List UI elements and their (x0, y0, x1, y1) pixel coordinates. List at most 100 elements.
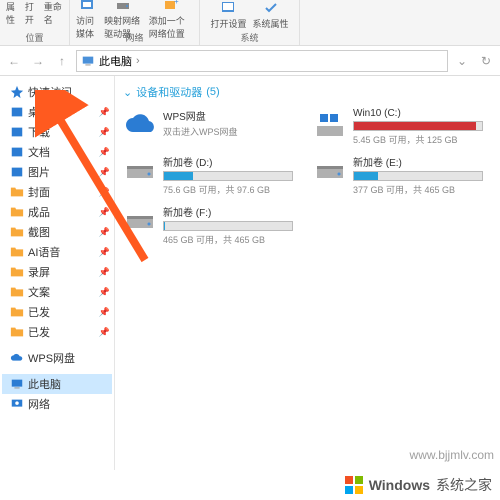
sidebar-item-label: 文案 (28, 284, 50, 300)
drive-usage-bar (163, 171, 293, 181)
ribbon-btn-properties[interactable]: 属性 (4, 0, 21, 26)
sidebar-item-0[interactable]: 快速访问 (2, 82, 112, 102)
pin-icon: 📌 (99, 267, 110, 278)
media-icon (79, 0, 95, 13)
ribbon-group-system: 打开设置 系统属性 系统 (200, 0, 300, 45)
pin-icon: 📌 (99, 207, 110, 218)
ribbon-btn-add-location[interactable]: + 添加一个网络位置 (147, 0, 195, 40)
checkmark-icon (263, 0, 279, 16)
sidebar-item-14[interactable]: WPS网盘 (2, 348, 112, 368)
ribbon-btn-media[interactable]: 访问媒体 (74, 0, 100, 40)
add-location-icon: + (163, 0, 179, 13)
sidebar-item-label: AI语音 (28, 244, 60, 260)
sidebar-item-2[interactable]: 下载 📌 (2, 122, 112, 142)
sidebar-item-1[interactable]: 桌面 📌 (2, 102, 112, 122)
sidebar-item-label: 桌面 (28, 104, 50, 120)
sidebar-item-3[interactable]: 文档 📌 (2, 142, 112, 162)
pin-icon: 📌 (99, 187, 110, 198)
chevron-down-icon: ⌄ (123, 86, 132, 99)
sidebar-item-label: 封面 (28, 184, 50, 200)
sidebar-item-label: WPS网盘 (28, 350, 75, 366)
sidebar-item-label: 快速访问 (28, 84, 72, 100)
ribbon-btn-settings[interactable]: 打开设置 (208, 0, 248, 30)
pin-icon: 📌 (99, 147, 110, 158)
sidebar-item-label: 已发 (28, 304, 50, 320)
sidebar-item-label: 此电脑 (28, 376, 61, 392)
settings-icon (220, 0, 236, 16)
sidebar-item-6[interactable]: 成品 📌 (2, 202, 112, 222)
pin-icon: 📌 (99, 107, 110, 118)
ribbon-group-network: 访问媒体 映射网络驱动器 + 添加一个网络位置 网络 (70, 0, 200, 45)
nav-bar: ← → ↑ 此电脑 › ⌄ ↻ (0, 46, 500, 76)
sidebar-item-label: 图片 (28, 164, 50, 180)
sidebar-item-8[interactable]: AI语音 📌 (2, 242, 112, 262)
nav-dropdown[interactable]: ⌄ (452, 51, 472, 71)
sidebar-item-17[interactable]: 网络 (2, 394, 112, 414)
footer: Windows 系统之家 (0, 470, 500, 500)
ribbon-group-label: 系统 (240, 31, 258, 45)
main-area: 快速访问桌面📌下载📌文档📌图片📌封面📌成品📌截图📌AI语音📌录屏📌文案📌已发📌已… (0, 76, 500, 470)
sidebar-item-7[interactable]: 截图📌 (2, 222, 112, 242)
drive-icon (123, 154, 157, 188)
drive-icon (313, 108, 347, 142)
sidebar-item-5[interactable]: 封面 📌 (2, 182, 112, 202)
sidebar: 快速访问桌面📌下载📌文档📌图片📌封面📌成品📌截图📌AI语音📌录屏📌文案📌已发📌已… (0, 76, 115, 470)
sidebar-item-label: 成品 (28, 204, 50, 220)
ribbon-group-label: 位置 (25, 31, 43, 45)
section-header[interactable]: ⌄ 设备和驱动器 (5) (123, 84, 492, 100)
sidebar-item-label: 已发 (28, 324, 50, 340)
sidebar-item-label: 文档 (28, 144, 50, 160)
windows-logo-icon (345, 476, 363, 494)
drive-item-1[interactable]: Win10 (C:) 5.45 GB 可用，共 125 GB (313, 108, 483, 146)
drive-item-4[interactable]: 新加卷 (F:) 465 GB 可用，共 465 GB (123, 204, 293, 246)
pin-icon: 📌 (99, 127, 110, 138)
pin-icon: 📌 (99, 247, 110, 258)
drive-stats: 377 GB 可用，共 465 GB (353, 183, 483, 196)
drive-item-0[interactable]: WPS网盘双击进入WPS网盘 (123, 108, 293, 146)
pin-icon: 📌 (99, 167, 110, 178)
ribbon-toolbar: 属性 打开 重命名 位置 访问媒体 映射网络驱动器 + 添加一个网络位置 网络 (0, 0, 500, 46)
footer-tag: 系统之家 (436, 475, 492, 495)
nav-back[interactable]: ← (4, 51, 24, 71)
drive-icon (313, 154, 347, 188)
drive-usage-bar (163, 221, 293, 231)
sidebar-item-12[interactable]: 已发 📌 (2, 322, 112, 342)
ribbon-btn-rename[interactable]: 重命名 (42, 0, 65, 26)
sidebar-item-4[interactable]: 图片 📌 (2, 162, 112, 182)
drive-stats: 75.6 GB 可用，共 97.6 GB (163, 183, 293, 196)
sidebar-item-9[interactable]: 录屏 📌 (2, 262, 112, 282)
ribbon-btn-open[interactable]: 打开 (23, 0, 40, 26)
sidebar-item-16[interactable]: 此电脑 (2, 374, 112, 394)
sidebar-item-label: 下载 (28, 124, 50, 140)
drive-stats: 465 GB 可用，共 465 GB (163, 233, 293, 246)
drive-name: 新加卷 (F:) (163, 204, 293, 219)
nav-refresh[interactable]: ↻ (476, 51, 496, 71)
drive-item-2[interactable]: 新加卷 (D:) 75.6 GB 可用，共 97.6 GB (123, 154, 293, 196)
footer-brand: Windows (369, 477, 430, 493)
drive-icon (115, 0, 131, 13)
nav-forward[interactable]: → (28, 51, 48, 71)
drives-grid: WPS网盘双击进入WPS网盘 Win10 (C:) 5.45 GB 可用，共 125… (123, 108, 492, 246)
ribbon-group-label: 网络 (125, 31, 143, 45)
drive-icon (123, 204, 157, 238)
drive-stats: 5.45 GB 可用，共 125 GB (353, 133, 483, 146)
drive-item-3[interactable]: 新加卷 (E:) 377 GB 可用，共 465 GB (313, 154, 483, 196)
drive-icon (123, 108, 157, 142)
pin-icon: 📌 (99, 287, 110, 298)
drive-name: 新加卷 (E:) (353, 154, 483, 169)
sidebar-item-label: 截图 (28, 224, 50, 240)
nav-up[interactable]: ↑ (52, 51, 72, 71)
breadcrumb[interactable]: 此电脑 › (76, 50, 448, 72)
sidebar-item-10[interactable]: 文案 📌 (2, 282, 112, 302)
ribbon-btn-sys-props[interactable]: 系统属性 (251, 0, 291, 30)
drive-name: Win10 (C:) (353, 108, 483, 119)
svg-text:+: + (174, 0, 179, 6)
watermark: www.bjjmlv.com (410, 448, 494, 462)
sidebar-item-label: 网络 (28, 396, 50, 412)
pin-icon: 📌 (99, 327, 110, 338)
drive-usage-bar (353, 121, 483, 131)
drive-usage-bar (353, 171, 483, 181)
sidebar-item-11[interactable]: 已发📌 (2, 302, 112, 322)
sidebar-item-label: 录屏 (28, 264, 50, 280)
drive-name: 新加卷 (D:) (163, 154, 293, 169)
